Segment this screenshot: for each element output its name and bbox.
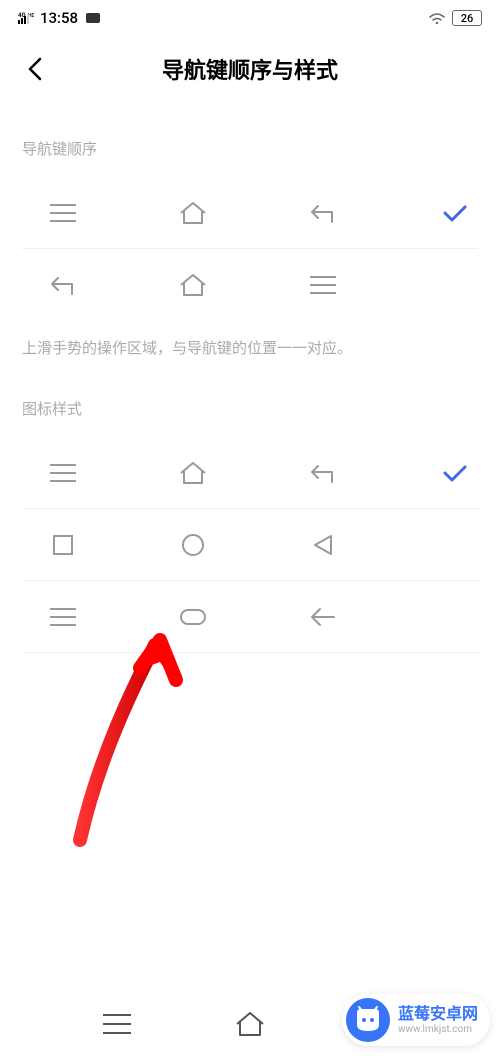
nav-style-option-2[interactable] bbox=[22, 509, 478, 581]
watermark-name: 蓝莓安卓网 bbox=[398, 1004, 478, 1023]
icons-group bbox=[22, 602, 338, 632]
signal-indicator: 4GHD bbox=[18, 12, 34, 24]
circle-icon bbox=[178, 530, 208, 560]
system-menu-button[interactable] bbox=[101, 1008, 133, 1040]
back-icon bbox=[48, 270, 78, 300]
menu-icon bbox=[308, 270, 338, 300]
pill-icon bbox=[178, 602, 208, 632]
cloud-icon bbox=[84, 11, 102, 25]
app-bar: 导航键顺序与样式 bbox=[0, 36, 500, 102]
watermark: 蓝莓安卓网 www.lmkjst.com bbox=[342, 994, 490, 1046]
status-bar: 4GHD 13:58 26 bbox=[0, 0, 500, 36]
arrow-left-icon bbox=[308, 602, 338, 632]
square-icon bbox=[48, 530, 78, 560]
nav-order-option-2[interactable] bbox=[22, 249, 478, 321]
back-button[interactable] bbox=[20, 54, 50, 84]
menu-icon bbox=[48, 198, 78, 228]
nav-style-option-1[interactable] bbox=[22, 437, 478, 509]
watermark-url: www.lmkjst.com bbox=[398, 1024, 478, 1036]
watermark-text: 蓝莓安卓网 www.lmkjst.com bbox=[398, 1004, 478, 1035]
back-icon bbox=[308, 198, 338, 228]
battery-indicator: 26 bbox=[452, 10, 482, 26]
section-label-order: 导航键顺序 bbox=[22, 138, 478, 159]
icons-group bbox=[22, 198, 338, 228]
status-right: 26 bbox=[428, 10, 482, 26]
wifi-icon bbox=[428, 11, 446, 25]
icons-group bbox=[22, 458, 338, 488]
back-arrow-icon bbox=[308, 458, 338, 488]
status-left: 4GHD 13:58 bbox=[18, 9, 102, 27]
triangle-icon bbox=[308, 530, 338, 560]
home-icon bbox=[178, 198, 208, 228]
menu-lines-icon bbox=[48, 602, 78, 632]
icons-group bbox=[22, 270, 338, 300]
section-label-style: 图标样式 bbox=[22, 398, 478, 419]
check-icon bbox=[442, 203, 468, 223]
content: 导航键顺序 bbox=[0, 102, 500, 653]
nav-style-option-3[interactable] bbox=[22, 581, 478, 653]
home-house-icon bbox=[178, 458, 208, 488]
order-help-text: 上滑手势的操作区域，与导航键的位置一一对应。 bbox=[22, 337, 478, 358]
menu-lines-icon bbox=[48, 458, 78, 488]
page-title: 导航键顺序与样式 bbox=[20, 53, 480, 85]
home-icon bbox=[178, 270, 208, 300]
check-icon bbox=[442, 463, 468, 483]
system-home-button[interactable] bbox=[234, 1008, 266, 1040]
icons-group bbox=[22, 530, 338, 560]
clock: 13:58 bbox=[40, 9, 78, 27]
watermark-logo bbox=[346, 998, 390, 1042]
nav-order-option-1[interactable] bbox=[22, 177, 478, 249]
